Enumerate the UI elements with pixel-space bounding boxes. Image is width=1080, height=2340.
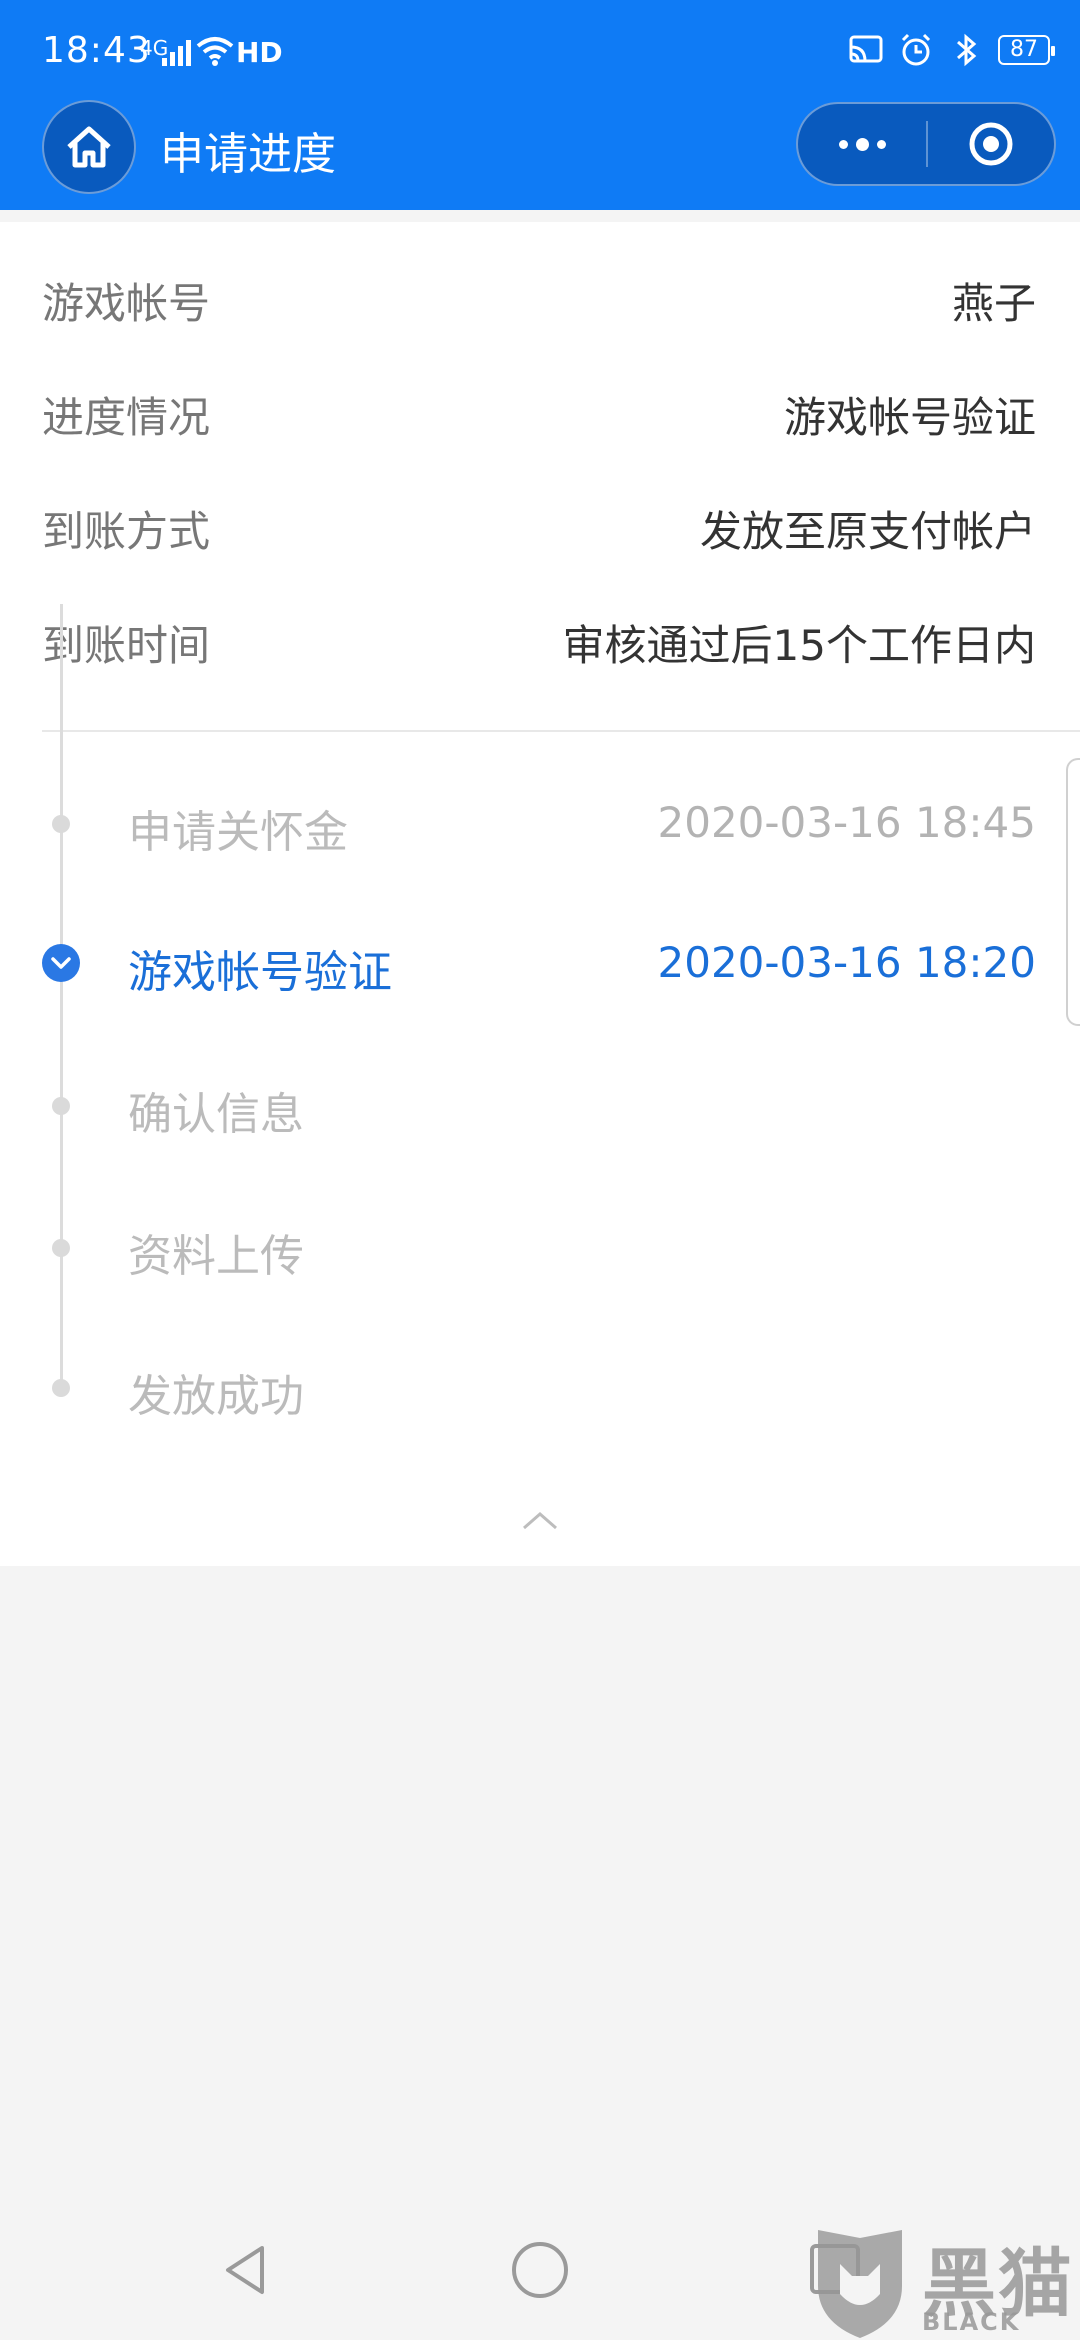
home-nav-icon[interactable]	[512, 2242, 568, 2298]
step-dot-icon	[52, 1379, 70, 1397]
side-drawer-handle[interactable]	[1066, 758, 1080, 1026]
timeline-step: 发放成功	[0, 1352, 1080, 1422]
step-name: 游戏帐号验证	[128, 947, 392, 998]
status-time: 18:43	[42, 30, 151, 71]
wifi-icon	[196, 37, 234, 66]
info-value: 游戏帐号验证	[783, 392, 1036, 442]
miniapp-capsule	[796, 102, 1056, 186]
cat-shield-logo	[818, 2230, 902, 2338]
more-button[interactable]	[798, 104, 926, 184]
timeline-step: 资料上传	[0, 1212, 1080, 1282]
info-label: 到账方式	[42, 506, 211, 556]
page-title: 申请进度	[160, 129, 336, 180]
progress-card: 游戏帐号 燕子 进度情况 游戏帐号验证 到账方式 发放至原支付帐户 到账时间 审…	[0, 222, 1080, 1566]
home-icon	[67, 126, 111, 168]
step-time: 2020-03-16 18:20	[657, 938, 1036, 987]
check-circle-icon	[42, 944, 80, 982]
signal-icon	[162, 38, 191, 66]
status-bar: 18:43 4G HD 87	[0, 0, 1080, 110]
step-dot-icon	[52, 1239, 70, 1257]
cast-icon	[849, 35, 883, 63]
info-value: 发放至原支付帐户	[699, 506, 1036, 556]
section-divider	[42, 730, 1080, 732]
alarm-icon	[901, 33, 931, 66]
battery-indicator: 87	[998, 35, 1055, 65]
info-value: 燕子	[951, 278, 1036, 328]
timeline-step-current: 游戏帐号验证 2020-03-16 18:20	[0, 928, 1080, 998]
timeline-step: 确认信息	[0, 1070, 1080, 1140]
info-row-progress: 进度情况 游戏帐号验证	[42, 384, 1036, 444]
bluetooth-icon	[957, 33, 977, 67]
black-cat-watermark: 黑猫 BLACK CAT	[810, 2224, 1080, 2340]
step-name: 发放成功	[128, 1371, 304, 1422]
step-dot-icon	[52, 815, 70, 833]
info-value: 审核通过后15个工作日内	[562, 620, 1036, 670]
back-icon[interactable]	[218, 2242, 274, 2298]
watermark-sub: BLACK CAT	[922, 2308, 1021, 2340]
info-label: 进度情况	[42, 392, 211, 442]
chevron-up-icon[interactable]	[520, 1506, 560, 1534]
step-name: 确认信息	[128, 1089, 304, 1140]
info-label: 游戏帐号	[42, 278, 211, 328]
info-row-method: 到账方式 发放至原支付帐户	[42, 498, 1036, 558]
timeline-step: 申请关怀金 2020-03-16 18:45	[0, 788, 1080, 858]
step-name: 资料上传	[128, 1231, 304, 1282]
step-name: 申请关怀金	[128, 807, 348, 858]
close-miniapp-button[interactable]	[928, 104, 1054, 184]
step-dot-icon	[52, 1097, 70, 1115]
info-row-account: 游戏帐号 燕子	[42, 270, 1036, 330]
info-label: 到账时间	[42, 620, 211, 670]
info-row-arrival-time: 到账时间 审核通过后15个工作日内	[42, 612, 1036, 672]
home-button[interactable]	[42, 100, 136, 194]
hd-indicator: HD	[236, 36, 283, 69]
step-time: 2020-03-16 18:45	[657, 798, 1036, 847]
target-close-icon	[969, 122, 1013, 166]
app-header: 18:43 4G HD 87 申请进度	[0, 0, 1080, 210]
